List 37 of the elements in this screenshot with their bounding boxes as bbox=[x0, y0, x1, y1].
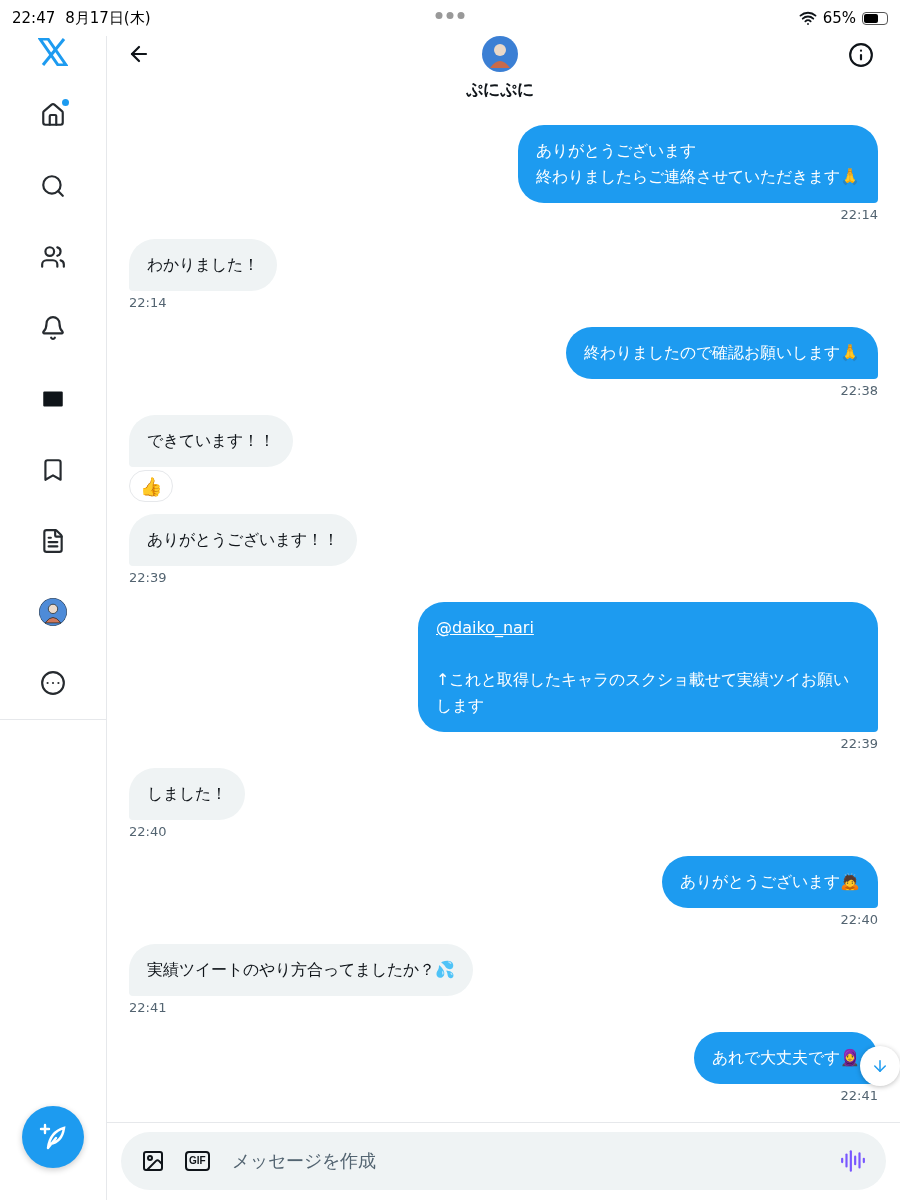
message-field[interactable]: GIF メッセージを作成 bbox=[121, 1132, 886, 1190]
message-text: ありがとうございます！！ bbox=[147, 529, 339, 551]
message-text: ↑これと取得したキャラのスクショ載せて実績ツイお願いします bbox=[436, 669, 851, 717]
status-time: 22:47 bbox=[12, 9, 56, 27]
gif-button[interactable]: GIF bbox=[185, 1151, 210, 1171]
wifi-icon bbox=[798, 9, 817, 27]
battery-icon bbox=[862, 11, 888, 25]
message-text: ありがとうございます bbox=[536, 140, 697, 162]
voice-icon[interactable] bbox=[840, 1148, 866, 1174]
avatar bbox=[481, 36, 518, 72]
message-text: あれで大丈夫です🧕 bbox=[712, 1047, 860, 1069]
message-text: ありがとうございます🙇 bbox=[680, 871, 860, 893]
message-text: 実績ツイートのやり方合ってましたか？💦 bbox=[147, 959, 455, 981]
message-time: 22:40 bbox=[840, 912, 878, 928]
feather-plus-icon bbox=[38, 1122, 68, 1152]
image-icon[interactable] bbox=[141, 1149, 165, 1173]
multitask-dots-icon bbox=[435, 12, 465, 19]
scroll-down-button[interactable] bbox=[860, 1046, 900, 1086]
message-time: 22:38 bbox=[840, 383, 878, 399]
message-time: 22:14 bbox=[129, 295, 167, 311]
conversation-name: ぷにぷに bbox=[465, 78, 534, 101]
x-logo[interactable] bbox=[38, 38, 68, 66]
message-time: 22:41 bbox=[840, 1088, 878, 1104]
down-arrow-icon bbox=[871, 1057, 889, 1075]
battery-percent: 65% bbox=[822, 9, 856, 27]
message-text: できています！！ bbox=[147, 430, 275, 452]
status-date: 8月17日(木) bbox=[65, 8, 151, 28]
message-text: 終わりましたらご連絡させていただきます🙏 bbox=[536, 166, 860, 188]
message-time: 22:39 bbox=[129, 570, 167, 586]
message-time: 22:40 bbox=[129, 824, 167, 840]
message-time: 22:39 bbox=[840, 736, 878, 752]
message-text: 終わりましたので確認お願いします🙏 bbox=[584, 342, 860, 364]
message-text: わかりました！ bbox=[147, 254, 259, 276]
compose-button[interactable] bbox=[22, 1106, 84, 1168]
message-time: 22:41 bbox=[129, 1000, 167, 1016]
message-time: 22:14 bbox=[840, 207, 878, 223]
message-text: しました！ bbox=[147, 783, 227, 805]
